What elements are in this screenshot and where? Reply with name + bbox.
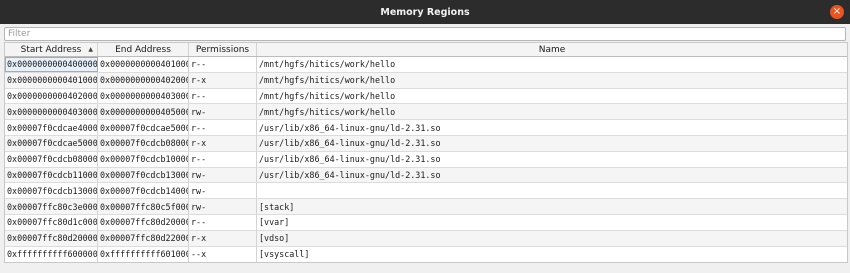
name-cell: [stack] <box>259 201 295 212</box>
name-cell: /mnt/hgfs/hitics/work/hello <box>259 75 396 86</box>
name-cell: /mnt/hgfs/hitics/work/hello <box>259 106 396 117</box>
table-row[interactable]: 0x0000000000403000 0x0000000000405000 rw- /… <box>5 104 847 121</box>
permissions-cell: --x <box>189 246 257 263</box>
start-address-cell: 0x00007ffc80d1c000 <box>5 214 98 230</box>
end-address-cell: 0x00007ffc80d20000 <box>98 214 189 230</box>
table-row[interactable]: 0x00007f0cdcae4000 0x00007f0cdcae5000 r-- /… <box>5 120 847 136</box>
name-cell: /mnt/hgfs/hitics/work/hello <box>259 59 396 70</box>
start-address-cell: 0x00007f0cdcb08000 <box>5 151 98 167</box>
table-body: 0x0000000000400000 0x0000000000401000 r-- /… <box>5 57 847 263</box>
start-address-cell: 0x0000000000400000 <box>5 57 98 72</box>
column-header-label: Start Address <box>20 44 82 55</box>
column-header-label: End Address <box>115 44 171 55</box>
end-address-cell: 0x00007ffc80d22000 <box>98 230 189 246</box>
permissions-cell: r-- <box>189 151 257 167</box>
name-cell: /usr/lib/x86_64-linux-gnu/ld-2.31.so <box>259 138 441 149</box>
table-row[interactable]: 0xffffffffff600000 0xffffffffff601000 --x[… <box>5 246 847 263</box>
name-cell: /mnt/hgfs/hitics/work/hello <box>259 90 396 101</box>
name-cell <box>257 183 847 198</box>
permissions-cell: rw- <box>189 167 257 183</box>
end-address-cell: 0x0000000000402000 <box>98 72 189 88</box>
table-row[interactable]: 0x00007f0cdcb11000 0x00007f0cdcb13000 rw- /… <box>5 167 847 184</box>
filter-bar <box>0 24 850 43</box>
table-row[interactable]: 0x00007ffc80c3e000 0x00007ffc80c5f000 rw-[… <box>5 199 847 215</box>
end-address-cell: 0x00007f0cdcb14000 <box>98 183 189 199</box>
table-header: Start Address ▲ End Address Permissions … <box>5 43 847 57</box>
table-row[interactable]: 0x0000000000400000 0x0000000000401000 r-- /… <box>5 57 847 73</box>
table-row[interactable]: 0x0000000000401000 0x0000000000402000 r-x /… <box>5 72 847 89</box>
end-address-cell: 0x00007f0cdcb08000 <box>98 135 189 151</box>
end-address-cell: 0x0000000000405000 <box>98 104 189 120</box>
permissions-cell: rw- <box>189 104 257 120</box>
start-address-cell: 0xffffffffff600000 <box>5 246 98 263</box>
start-address-cell: 0x00007f0cdcb11000 <box>5 167 98 183</box>
start-address-cell: 0x00007f0cdcae4000 <box>5 120 98 135</box>
end-address-cell: 0x0000000000401000 <box>98 57 189 72</box>
title-bar: Memory Regions × <box>0 0 850 24</box>
end-address-cell: 0x00007f0cdcb10000 <box>98 151 189 167</box>
name-cell: /usr/lib/x86_64-linux-gnu/ld-2.31.so <box>259 154 441 165</box>
permissions-cell: r-x <box>189 230 257 246</box>
permissions-cell: r-x <box>189 135 257 151</box>
table-row[interactable]: 0x00007ffc80d1c000 0x00007ffc80d20000 r--[… <box>5 214 847 231</box>
table-row[interactable]: 0x0000000000402000 0x0000000000403000 r-- /… <box>5 88 847 105</box>
column-header-end-address[interactable]: End Address <box>98 43 189 56</box>
name-cell: [vvar] <box>259 217 290 228</box>
name-cell: [vsyscall] <box>259 249 310 260</box>
start-address-cell: 0x0000000000403000 <box>5 104 98 120</box>
column-header-name[interactable]: Name <box>257 43 847 56</box>
permissions-cell: r-- <box>189 214 257 230</box>
filter-input[interactable] <box>4 27 846 41</box>
start-address-cell: 0x00007ffc80d20000 <box>5 230 98 246</box>
column-header-permissions[interactable]: Permissions <box>189 43 257 56</box>
permissions-cell: rw- <box>189 183 257 199</box>
window-title: Memory Regions <box>380 6 470 18</box>
end-address-cell: 0x00007f0cdcae5000 <box>98 120 189 135</box>
name-cell: [vdso] <box>259 233 290 244</box>
table-row[interactable]: 0x00007f0cdcb13000 0x00007f0cdcb14000 rw- <box>5 183 847 200</box>
start-address-cell: 0x0000000000401000 <box>5 72 98 88</box>
start-address-cell: 0x00007f0cdcb13000 <box>5 183 98 199</box>
name-cell: /usr/lib/x86_64-linux-gnu/ld-2.31.so <box>259 122 441 133</box>
end-address-cell: 0xffffffffff601000 <box>98 246 189 263</box>
end-address-cell: 0x00007ffc80c5f000 <box>98 199 189 214</box>
column-header-label: Name <box>538 44 566 55</box>
start-address-cell: 0x0000000000402000 <box>5 88 98 104</box>
column-header-start-address[interactable]: Start Address ▲ <box>5 43 98 56</box>
permissions-cell: r-- <box>189 57 257 72</box>
memory-regions-table: Start Address ▲ End Address Permissions … <box>4 42 848 264</box>
start-address-cell: 0x00007f0cdcae5000 <box>5 135 98 151</box>
end-address-cell: 0x0000000000403000 <box>98 88 189 104</box>
permissions-cell: r-x <box>189 72 257 88</box>
start-address-cell: 0x00007ffc80c3e000 <box>5 199 98 214</box>
table-row[interactable]: 0x00007f0cdcb08000 0x00007f0cdcb10000 r-- /… <box>5 151 847 168</box>
permissions-cell: rw- <box>189 199 257 214</box>
table-row[interactable]: 0x00007ffc80d20000 0x00007ffc80d22000 r-x[… <box>5 230 847 247</box>
name-cell: /usr/lib/x86_64-linux-gnu/ld-2.31.so <box>259 169 441 180</box>
close-icon[interactable]: × <box>830 5 844 19</box>
permissions-cell: r-- <box>189 88 257 104</box>
sort-ascending-icon: ▲ <box>88 46 93 53</box>
table-row[interactable]: 0x00007f0cdcae5000 0x00007f0cdcb08000 r-x /… <box>5 135 847 152</box>
permissions-cell: r-- <box>189 120 257 135</box>
end-address-cell: 0x00007f0cdcb13000 <box>98 167 189 183</box>
column-header-label: Permissions <box>195 44 250 55</box>
